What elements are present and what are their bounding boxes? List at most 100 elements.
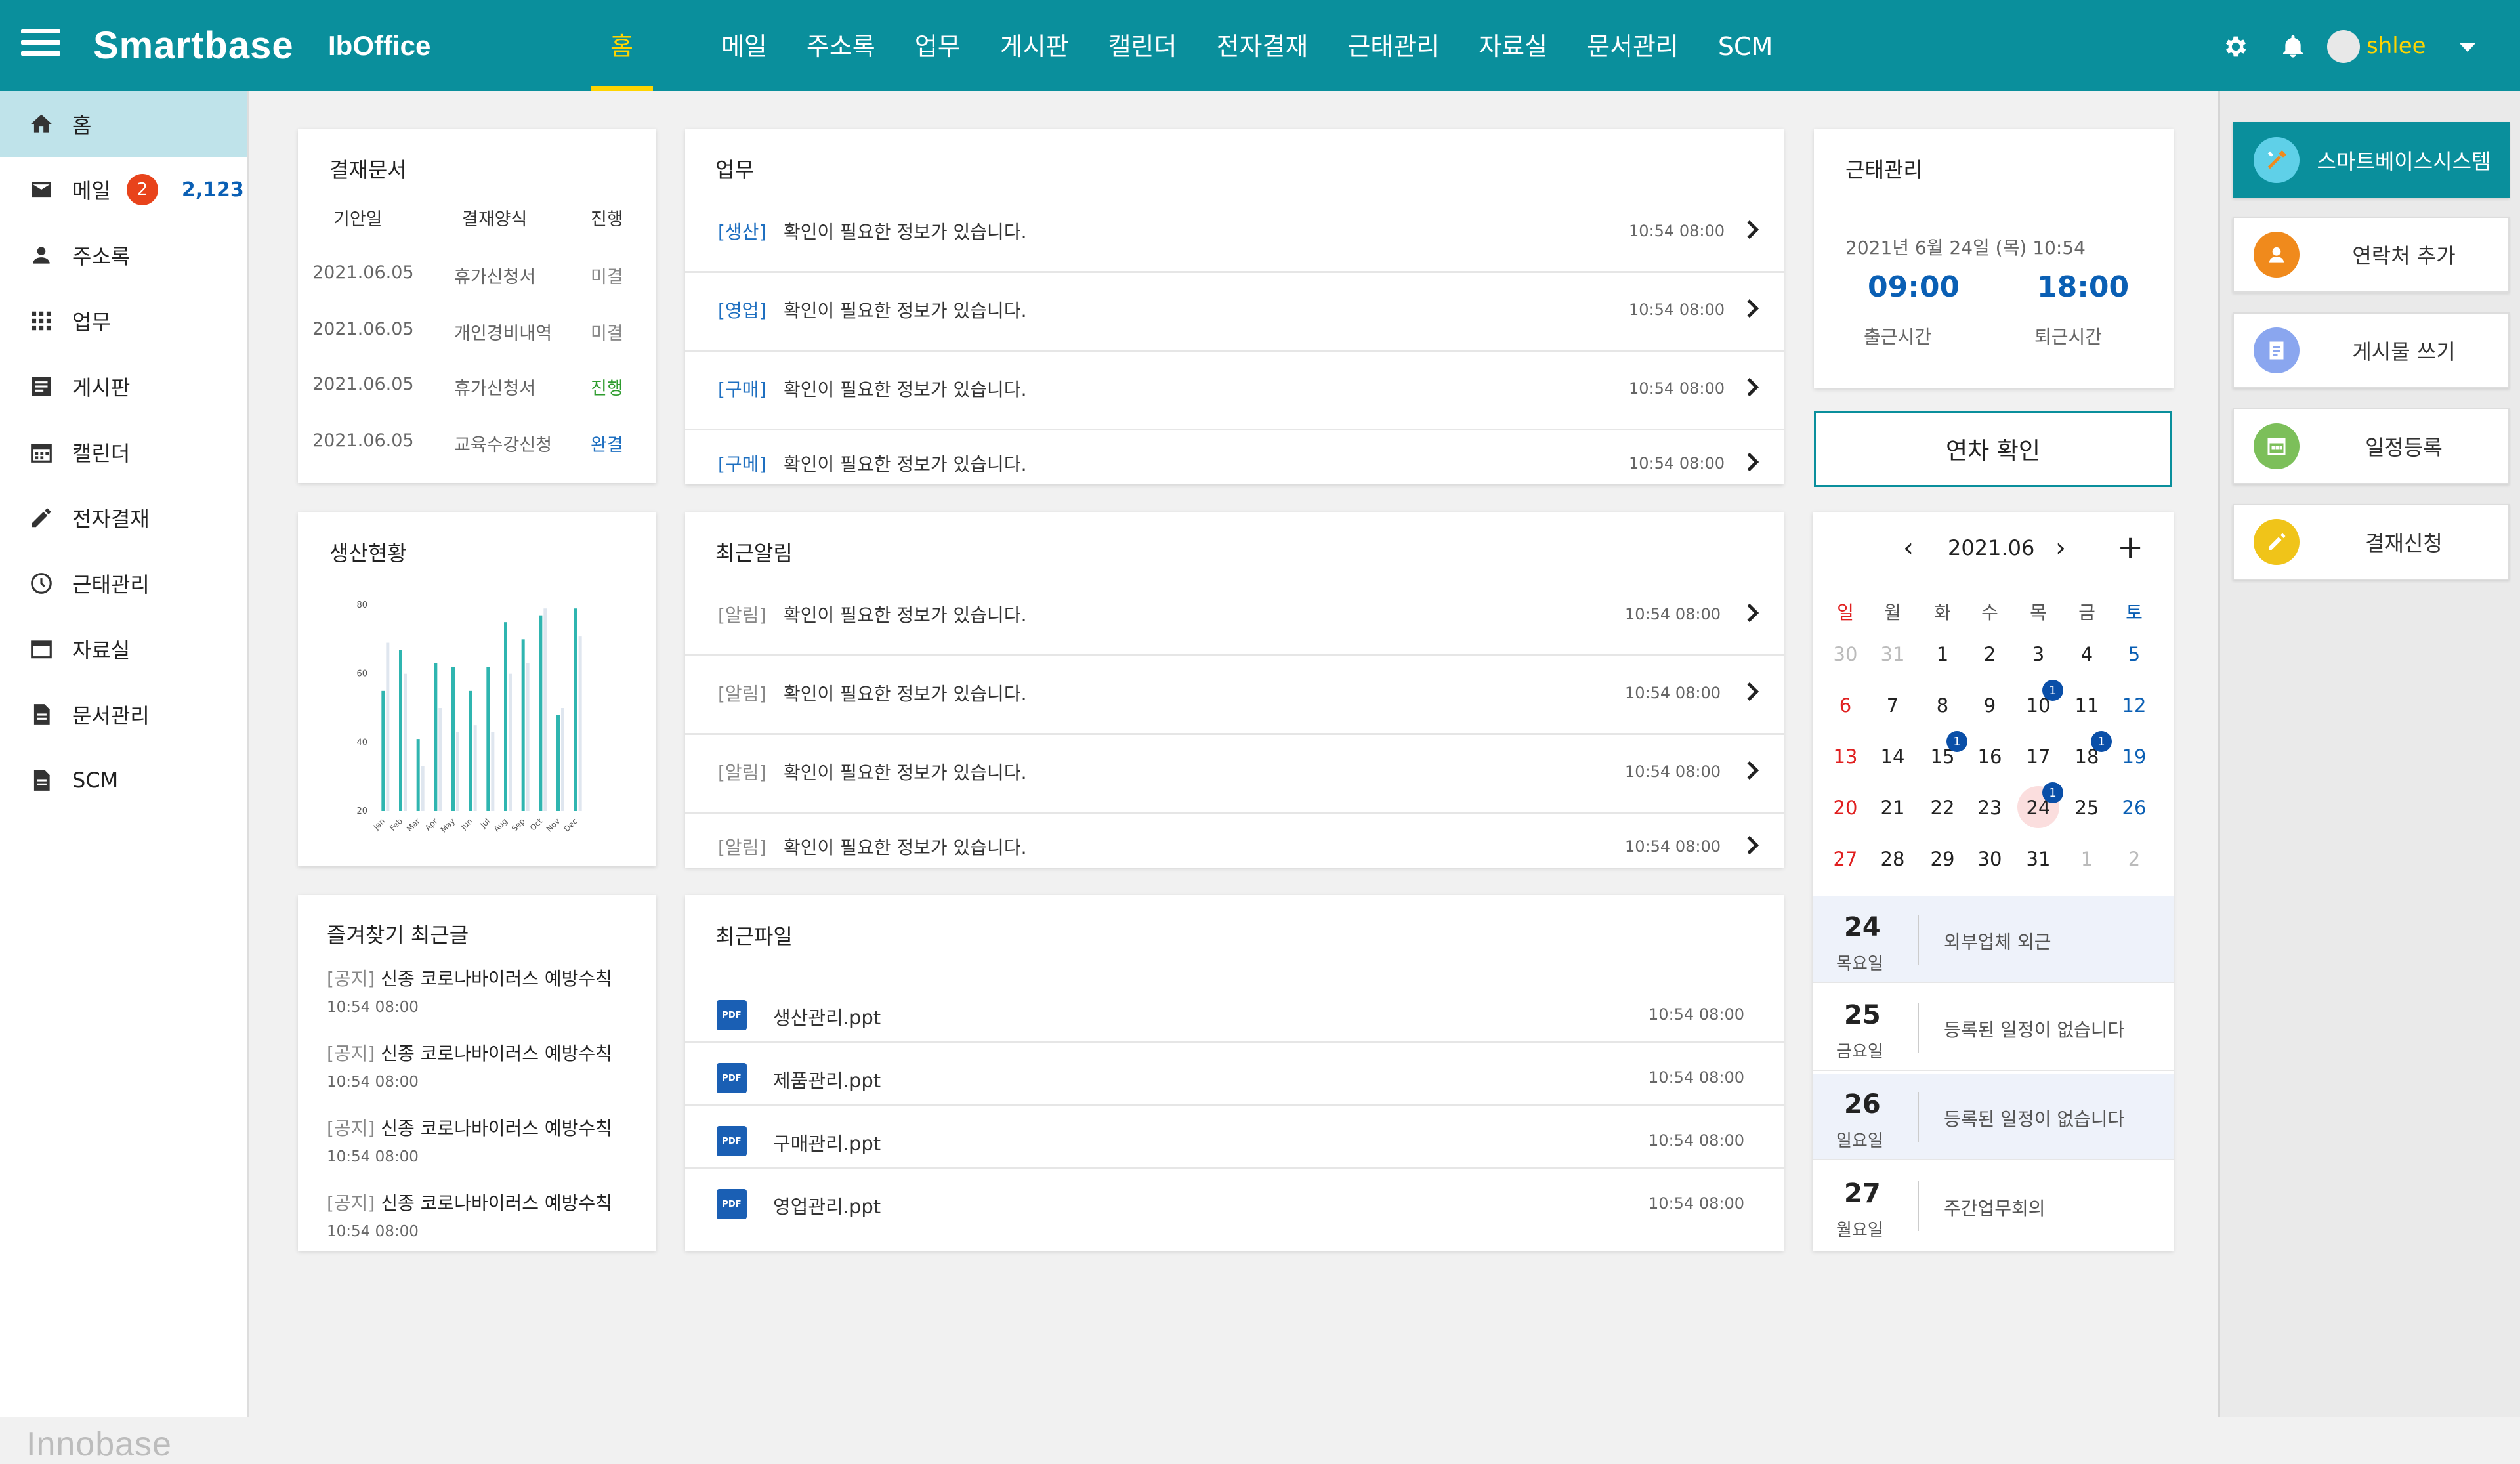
chevron-right-icon[interactable] — [1740, 377, 1759, 397]
list-item[interactable]: [알림] 확인이 필요한 정보가 있습니다. 10:54 08:00 — [685, 577, 1784, 656]
chevron-right-icon[interactable] — [1740, 835, 1759, 855]
schedule-item[interactable]: 26 일요일 등록된 일정이 없습니다 — [1813, 1074, 2174, 1160]
chevron-right-icon[interactable] — [1740, 603, 1759, 623]
user-name[interactable]: shlee — [2366, 33, 2426, 59]
smartbase-system-button[interactable]: 스마트베이스시스템 — [2233, 122, 2510, 198]
file-item[interactable]: PDF 생산관리.ppt 10:54 08:00 — [685, 980, 1784, 1043]
nav-calendar[interactable]: 캘린더 — [1089, 0, 1197, 91]
nav-board[interactable]: 게시판 — [980, 0, 1089, 91]
calendar-day[interactable]: 27 — [1826, 848, 1865, 870]
nav-mail[interactable]: 메일 — [702, 0, 787, 91]
chevron-right-icon[interactable] — [1740, 761, 1759, 780]
calendar-day[interactable]: 22 — [1923, 797, 1962, 819]
calendar-day[interactable]: 5 — [2114, 643, 2154, 665]
favorite-post[interactable]: [공지] 신종 코로나바이러스 예방수칙 — [327, 1189, 612, 1215]
nav-attendance[interactable]: 근태관리 — [1328, 0, 1459, 91]
nav-contacts[interactable]: 주소록 — [787, 0, 895, 91]
calendar-day[interactable]: 19 — [2114, 745, 2154, 768]
approval-form[interactable]: 휴가신청서 — [454, 374, 536, 400]
add-event-icon[interactable]: + — [2117, 529, 2143, 566]
nav-tasks[interactable]: 업무 — [895, 0, 980, 91]
calendar-day[interactable]: 4 — [2067, 643, 2107, 665]
favorite-post[interactable]: [공지] 신종 코로나바이러스 예방수칙 — [327, 1114, 612, 1140]
sidebar-item-attendance[interactable]: 근태관리 — [0, 551, 247, 616]
favorite-post[interactable]: [공지] 신종 코로나바이러스 예방수칙 — [327, 1039, 612, 1066]
list-item[interactable]: [알림] 확인이 필요한 정보가 있습니다. 10:54 08:00 — [685, 656, 1784, 735]
schedule-item[interactable]: 25 금요일 등록된 일정이 없습니다 — [1813, 984, 2174, 1071]
calendar-day[interactable]: 11 — [2067, 694, 2107, 717]
nav-home[interactable]: 홈 — [591, 0, 653, 91]
chevron-right-icon[interactable] — [1740, 452, 1759, 472]
calendar-day[interactable]: 12 — [2114, 694, 2154, 717]
sidebar-item-home[interactable]: 홈 — [0, 91, 247, 157]
schedule-item[interactable]: 24 목요일 외부업체 외근 — [1813, 896, 2174, 983]
sidebar-item-documents[interactable]: 문서관리 — [0, 682, 247, 747]
brand-logo[interactable]: Smartbase — [93, 24, 294, 68]
leave-check-button[interactable]: 연차 확인 — [1814, 411, 2172, 487]
file-item[interactable]: PDF 영업관리.ppt 10:54 08:00 — [685, 1169, 1784, 1232]
calendar-day[interactable]: 21 — [1873, 797, 1912, 819]
sidebar-item-approval[interactable]: 전자결재 — [0, 485, 247, 551]
calendar-day[interactable]: 16 — [1970, 745, 2009, 768]
write-post-button[interactable]: 게시물 쓰기 — [2233, 312, 2510, 388]
calendar-day[interactable]: 8 — [1923, 694, 1962, 717]
calendar-day[interactable]: 2 — [2114, 848, 2154, 870]
sidebar-item-board[interactable]: 게시판 — [0, 354, 247, 419]
chevron-down-icon[interactable] — [2460, 43, 2475, 52]
sidebar-item-tasks[interactable]: 업무 — [0, 288, 247, 354]
add-contact-button[interactable]: 연락처 추가 — [2233, 217, 2510, 293]
approval-date[interactable]: 2021.06.05 — [312, 374, 414, 394]
list-item[interactable]: [영업] 확인이 필요한 정보가 있습니다. 10:54 08:00 — [685, 273, 1784, 352]
calendar-day[interactable]: 31 — [1873, 643, 1912, 665]
calendar-day[interactable]: 14 — [1873, 745, 1912, 768]
approval-date[interactable]: 2021.06.05 — [312, 262, 414, 283]
list-item[interactable]: [알림] 확인이 필요한 정보가 있습니다. 10:54 08:00 — [685, 735, 1784, 814]
list-item[interactable]: [구메] 확인이 필요한 정보가 있습니다. 10:54 08:00 — [685, 430, 1784, 484]
menu-icon[interactable] — [21, 29, 60, 60]
nav-documents[interactable]: 문서관리 — [1567, 0, 1698, 91]
schedule-item[interactable]: 27 월요일 주간업무회의 — [1813, 1163, 2174, 1249]
calendar-day[interactable]: 3 — [2019, 643, 2058, 665]
user-avatar[interactable] — [2327, 30, 2360, 63]
favorite-post[interactable]: [공지] 신종 코로나바이러스 예방수칙 — [327, 965, 612, 991]
chevron-right-icon[interactable] — [1740, 220, 1759, 240]
calendar-day[interactable]: 1 — [1923, 643, 1962, 665]
request-approval-button[interactable]: 결재신청 — [2233, 504, 2510, 580]
file-item[interactable]: PDF 제품관리.ppt 10:54 08:00 — [685, 1043, 1784, 1106]
calendar-day[interactable]: 30 — [1826, 643, 1865, 665]
sidebar-item-scm[interactable]: SCM — [0, 747, 247, 813]
chevron-right-icon[interactable] — [1740, 299, 1759, 318]
calendar-day[interactable]: 7 — [1873, 694, 1912, 717]
calendar-day[interactable]: 25 — [2067, 797, 2107, 819]
calendar-day[interactable]: 20 — [1826, 797, 1865, 819]
calendar-day[interactable]: 26 — [2114, 797, 2154, 819]
bell-icon[interactable] — [2280, 33, 2306, 60]
calendar-day[interactable]: 2 — [1970, 643, 2009, 665]
next-month-icon[interactable]: › — [2055, 533, 2066, 563]
list-item[interactable]: [알림] 확인이 필요한 정보가 있습니다. 10:54 08:00 — [685, 814, 1784, 868]
approval-date[interactable]: 2021.06.05 — [312, 430, 414, 451]
nav-approval[interactable]: 전자결재 — [1196, 0, 1328, 91]
sidebar-item-contacts[interactable]: 주소록 — [0, 222, 247, 288]
calendar-day[interactable]: 30 — [1970, 848, 2009, 870]
calendar-day[interactable]: 17 — [2019, 745, 2058, 768]
calendar-day[interactable]: 9 — [1970, 694, 2009, 717]
sidebar-item-calendar[interactable]: 캘린더 — [0, 419, 247, 485]
list-item[interactable]: [생산] 확인이 필요한 정보가 있습니다. 10:54 08:00 — [685, 194, 1784, 273]
prev-month-icon[interactable]: ‹ — [1903, 533, 1914, 563]
approval-form[interactable]: 개인경비내역 — [454, 319, 552, 345]
list-item[interactable]: [구매] 확인이 필요한 정보가 있습니다. 10:54 08:00 — [685, 352, 1784, 430]
chevron-right-icon[interactable] — [1740, 682, 1759, 701]
calendar-day[interactable]: 1 — [2067, 848, 2107, 870]
calendar-day[interactable]: 6 — [1826, 694, 1865, 717]
nav-scm[interactable]: SCM — [1698, 0, 1792, 91]
calendar-day[interactable]: 13 — [1826, 745, 1865, 768]
sidebar-item-mail[interactable]: 메일 2 2,123 — [0, 157, 247, 222]
gear-icon[interactable] — [2222, 33, 2250, 60]
approval-form[interactable]: 교육수강신청 — [454, 430, 552, 456]
calendar-day[interactable]: 31 — [2019, 848, 2058, 870]
calendar-day[interactable]: 23 — [1970, 797, 2009, 819]
approval-date[interactable]: 2021.06.05 — [312, 319, 414, 339]
approval-form[interactable]: 휴가신청서 — [454, 262, 536, 288]
file-item[interactable]: PDF 구매관리.ppt 10:54 08:00 — [685, 1106, 1784, 1169]
